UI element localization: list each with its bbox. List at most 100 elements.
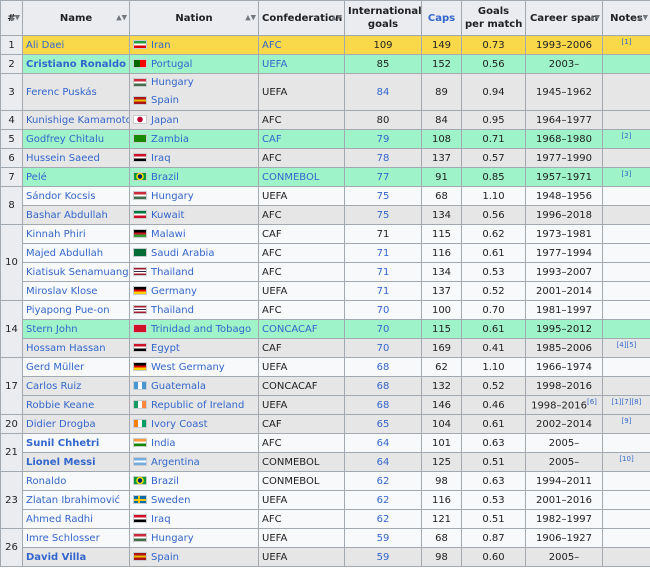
player-link[interactable]: Ali Daei <box>26 40 64 51</box>
note-ref[interactable]: [10] <box>619 455 633 463</box>
nation-link[interactable]: Saudi Arabia <box>151 248 214 259</box>
nation-link[interactable]: Brazil <box>151 476 179 487</box>
nation-link[interactable]: Portugal <box>151 59 192 70</box>
goals-value[interactable]: 65 <box>377 419 390 430</box>
col-goals-header[interactable]: International goals <box>344 0 422 36</box>
goals-value[interactable]: 70 <box>377 324 390 335</box>
span-ref[interactable]: [6] <box>587 398 597 406</box>
goals-value[interactable]: 71 <box>377 267 390 278</box>
nation-link[interactable]: Brazil <box>151 172 179 183</box>
note-ref[interactable]: [1][7][8] <box>612 398 642 406</box>
nation-link[interactable]: Egypt <box>151 343 180 354</box>
goals-value[interactable]: 64 <box>377 438 390 449</box>
nation-link[interactable]: Hungary <box>151 533 194 544</box>
nation-link[interactable]: Iraq <box>151 514 171 525</box>
goals-value[interactable]: 59 <box>377 533 390 544</box>
player-link[interactable]: Hussein Saeed <box>26 153 100 164</box>
nation-link[interactable]: Trinidad and Tobago <box>151 324 251 335</box>
player-link[interactable]: Cristiano Ronaldo <box>26 59 126 70</box>
col-caps-header[interactable]: Caps <box>421 0 462 36</box>
sort-icon[interactable]: ▲▼ <box>331 12 342 25</box>
player-link[interactable]: Gerd Müller <box>26 362 84 373</box>
nation-link[interactable]: Iraq <box>151 153 171 164</box>
player-link[interactable]: Kiatisuk Senamuang <box>26 267 129 278</box>
player-link[interactable]: Sunil Chhetri <box>26 438 99 449</box>
nation-link[interactable]: Sweden <box>151 495 191 506</box>
player-link[interactable]: Majed Abdullah <box>26 248 103 259</box>
nation-link[interactable]: India <box>151 438 176 449</box>
col-nation-header[interactable]: Nation ▲▼ <box>129 0 259 36</box>
goals-value[interactable]: 62 <box>377 514 390 525</box>
note-ref[interactable]: [3] <box>622 170 632 178</box>
player-link[interactable]: Sándor Kocsis <box>26 191 95 202</box>
nation-link[interactable]: West Germany <box>151 362 225 373</box>
goals-value[interactable]: 68 <box>377 362 390 373</box>
player-link[interactable]: Zlatan Ibrahimović <box>26 495 120 506</box>
goals-value[interactable]: 68 <box>377 400 390 411</box>
col-notes-header[interactable]: Notes ▲▼ <box>602 0 650 36</box>
player-link[interactable]: Miroslav Klose <box>26 286 97 297</box>
nation-link[interactable]: Thailand <box>151 267 194 278</box>
confed-value[interactable]: UEFA <box>262 59 287 70</box>
nation-link[interactable]: Hungary <box>151 77 194 88</box>
col-rank-header[interactable]: # ▲▼ <box>0 0 23 36</box>
nation-link[interactable]: Kuwait <box>151 210 184 221</box>
sort-icon[interactable]: ▲▼ <box>589 12 600 25</box>
goals-value[interactable]: 77 <box>377 172 390 183</box>
goals-value[interactable]: 70 <box>377 343 390 354</box>
goals-value[interactable]: 78 <box>377 153 390 164</box>
goals-value[interactable]: 79 <box>377 134 390 145</box>
player-link[interactable]: Kinnah Phiri <box>26 229 86 240</box>
goals-value[interactable]: 62 <box>377 495 390 506</box>
player-link[interactable]: Hossam Hassan <box>26 343 106 354</box>
nation-link[interactable]: Spain <box>151 552 179 563</box>
sort-icon[interactable]: ▲▼ <box>116 12 127 25</box>
player-link[interactable]: Godfrey Chitalu <box>26 134 104 145</box>
player-link[interactable]: Ferenc Puskás <box>26 87 97 98</box>
player-link[interactable]: Ronaldo <box>26 476 66 487</box>
sort-icon[interactable]: ▲▼ <box>637 12 648 25</box>
goals-value[interactable]: 75 <box>377 191 390 202</box>
player-link[interactable]: Ahmed Radhi <box>26 514 93 525</box>
player-link[interactable]: Didier Drogba <box>26 419 96 430</box>
nation-link[interactable]: Malawi <box>151 229 186 240</box>
goals-value[interactable]: 71 <box>377 286 390 297</box>
nation-link[interactable]: Ivory Coast <box>151 419 208 430</box>
player-link[interactable]: Bashar Abdullah <box>26 210 108 221</box>
goals-value[interactable]: 84 <box>377 87 390 98</box>
col-span-header[interactable]: Career span ▲▼ <box>525 0 603 36</box>
player-link[interactable]: Robbie Keane <box>26 400 94 411</box>
goals-value[interactable]: 70 <box>377 305 390 316</box>
nation-link[interactable]: Zambia <box>151 134 189 145</box>
player-link[interactable]: Pelé <box>26 172 47 183</box>
player-link[interactable]: Stern John <box>26 324 78 335</box>
confed-value[interactable]: CONMEBOL <box>262 172 319 183</box>
note-ref[interactable]: [2] <box>622 132 632 140</box>
sort-icon[interactable]: ▲▼ <box>9 12 20 25</box>
goals-value[interactable]: 75 <box>377 210 390 221</box>
note-ref[interactable]: [4][5] <box>617 341 637 349</box>
player-link[interactable]: Lionel Messi <box>26 457 96 468</box>
note-ref[interactable]: [1] <box>622 38 632 46</box>
player-link[interactable]: Kunishige Kamamoto <box>26 115 129 126</box>
nation-link[interactable]: Hungary <box>151 191 194 202</box>
goals-value[interactable]: 64 <box>377 457 390 468</box>
sort-icon[interactable]: ▲▼ <box>245 12 256 25</box>
confed-value[interactable]: AFC <box>262 40 282 51</box>
col-name-header[interactable]: Name ▲▼ <box>22 0 130 36</box>
col-confed-header[interactable]: Confederation ▲▼ <box>258 0 345 36</box>
goals-value[interactable]: 71 <box>377 248 390 259</box>
col-gpm-header[interactable]: Goals per match <box>461 0 526 36</box>
player-link[interactable]: Carlos Ruiz <box>26 381 81 392</box>
player-link[interactable]: David Villa <box>26 552 86 563</box>
note-ref[interactable]: [9] <box>622 417 632 425</box>
confed-value[interactable]: CONCACAF <box>262 324 318 335</box>
caps-link[interactable]: Caps <box>428 13 455 24</box>
goals-value[interactable]: 62 <box>377 476 390 487</box>
nation-link[interactable]: Republic of Ireland <box>151 400 244 411</box>
nation-link[interactable]: Spain <box>151 95 179 106</box>
goals-value[interactable]: 68 <box>377 381 390 392</box>
player-link[interactable]: Piyapong Pue-on <box>26 305 110 316</box>
goals-value[interactable]: 59 <box>377 552 390 563</box>
nation-link[interactable]: Thailand <box>151 305 194 316</box>
